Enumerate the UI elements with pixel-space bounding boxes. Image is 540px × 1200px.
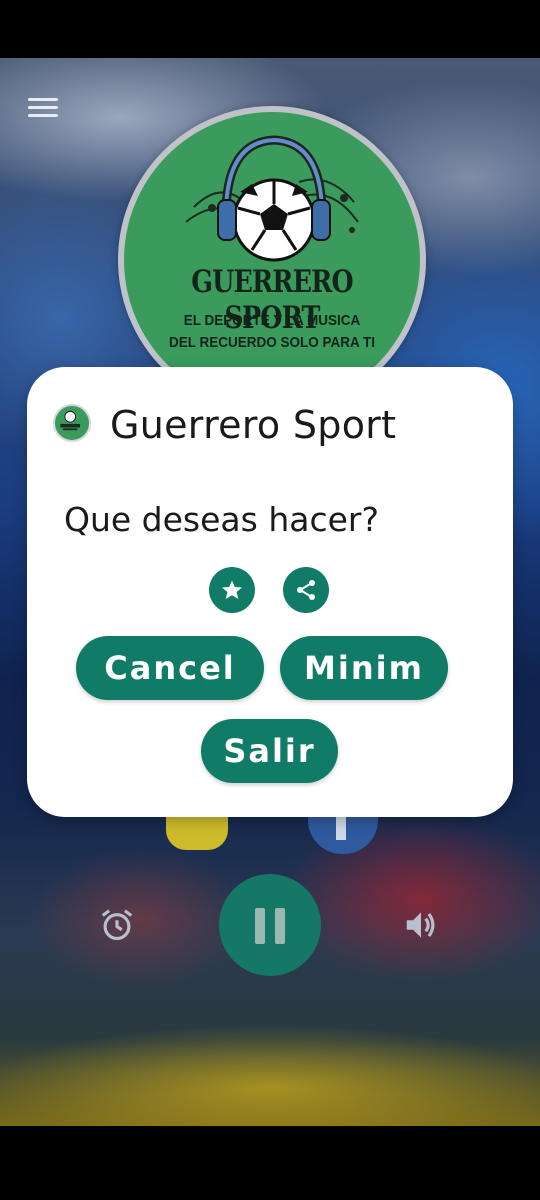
exit-button[interactable]: Salir [201, 719, 338, 783]
pause-icon [255, 908, 265, 944]
status-bar [0, 0, 540, 58]
minimize-button[interactable]: Minim [280, 636, 448, 700]
headphones-soccer-ball-icon [185, 135, 359, 262]
share-button[interactable] [283, 567, 329, 613]
pause-button[interactable] [219, 874, 321, 976]
logo-tagline-2: DEL RECUERDO SOLO PARA TI [168, 334, 376, 351]
rate-button[interactable] [209, 567, 255, 613]
dialog-title: Guerrero Sport [110, 403, 397, 447]
navigation-bar [0, 1126, 540, 1200]
logo-tagline-1: EL DEPORTE Y LA MUSICA [183, 312, 361, 329]
cancel-button[interactable]: Cancel [76, 636, 264, 700]
alarm-icon[interactable] [98, 906, 136, 944]
volume-icon[interactable] [402, 906, 440, 944]
dialog-message: Que deseas hacer? [64, 500, 379, 539]
star-icon [222, 580, 242, 599]
exit-dialog: Guerrero Sport Que deseas hacer? Cancel … [27, 367, 513, 817]
menu-icon[interactable] [28, 98, 58, 118]
share-icon [297, 580, 315, 600]
app-logo-icon [53, 404, 91, 442]
